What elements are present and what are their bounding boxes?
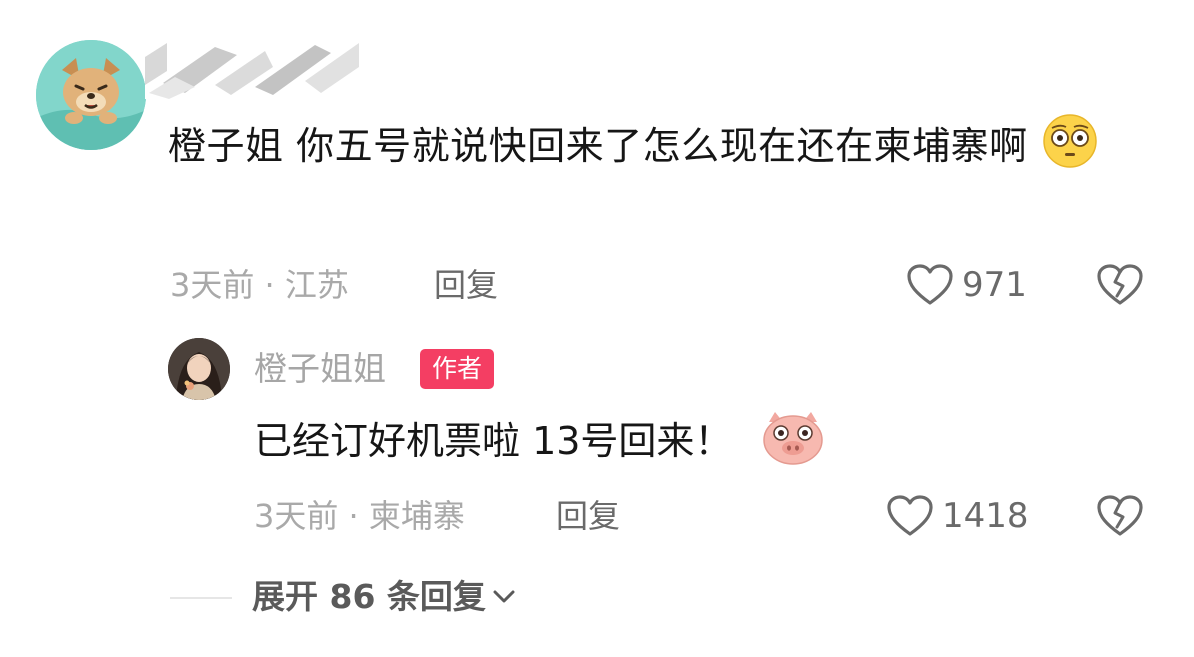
masked-username bbox=[145, 37, 360, 99]
expand-replies-label: 展开 86 条回复 bbox=[252, 577, 486, 616]
author-badge: 作者 bbox=[420, 349, 495, 389]
dog-avatar-icon bbox=[36, 40, 146, 150]
broken-heart-icon bbox=[1097, 495, 1143, 536]
comment-reply-button[interactable]: 回复 bbox=[434, 265, 498, 305]
expand-replies-button[interactable]: 展开 86 条回复 bbox=[252, 576, 516, 618]
chevron-down-icon bbox=[493, 590, 515, 603]
heart-outline-icon bbox=[907, 264, 953, 305]
reply-username[interactable]: 橙子姐姐 bbox=[254, 348, 386, 390]
reply-like-count: 1418 bbox=[942, 496, 1029, 536]
heart-outline-icon bbox=[887, 495, 933, 536]
reply-like-button[interactable]: 1418 bbox=[886, 494, 1029, 538]
reply-time: 3天前 bbox=[254, 497, 339, 535]
commenter-avatar[interactable] bbox=[36, 40, 146, 150]
girl-avatar-icon bbox=[168, 338, 230, 400]
comment-like-button[interactable]: 971 bbox=[906, 263, 1027, 307]
expand-divider bbox=[170, 597, 232, 599]
reply-dislike-button[interactable] bbox=[1096, 494, 1144, 542]
reply-body: 已经订好机票啦 13号回来！ bbox=[254, 419, 733, 463]
comment-time: 3天前 bbox=[170, 266, 255, 304]
comment-dislike-button[interactable] bbox=[1096, 263, 1144, 311]
meta-dot: · bbox=[254, 266, 285, 304]
comment-body: 橙子姐 你五号就说快回来了怎么现在还在柬埔寨啊 bbox=[168, 124, 1028, 168]
reply-meta: 3天前 · 柬埔寨 bbox=[254, 496, 465, 536]
reply-author-avatar[interactable] bbox=[168, 338, 230, 400]
comment-location: 江苏 bbox=[284, 266, 349, 304]
comment-like-count: 971 bbox=[962, 265, 1027, 305]
pig-face-emoji-icon bbox=[762, 412, 823, 465]
comment-text: 橙子姐 你五号就说快回来了怎么现在还在柬埔寨啊 bbox=[168, 113, 1128, 177]
reply-reply-button[interactable]: 回复 bbox=[556, 496, 620, 536]
flushed-face-emoji-icon bbox=[1043, 114, 1097, 168]
broken-heart-icon bbox=[1097, 264, 1143, 305]
reply-location: 柬埔寨 bbox=[368, 497, 465, 535]
comment-meta: 3天前 · 江苏 bbox=[170, 265, 349, 305]
reply-text: 已经订好机票啦 13号回来！ bbox=[254, 410, 825, 472]
meta-dot: · bbox=[338, 497, 369, 535]
